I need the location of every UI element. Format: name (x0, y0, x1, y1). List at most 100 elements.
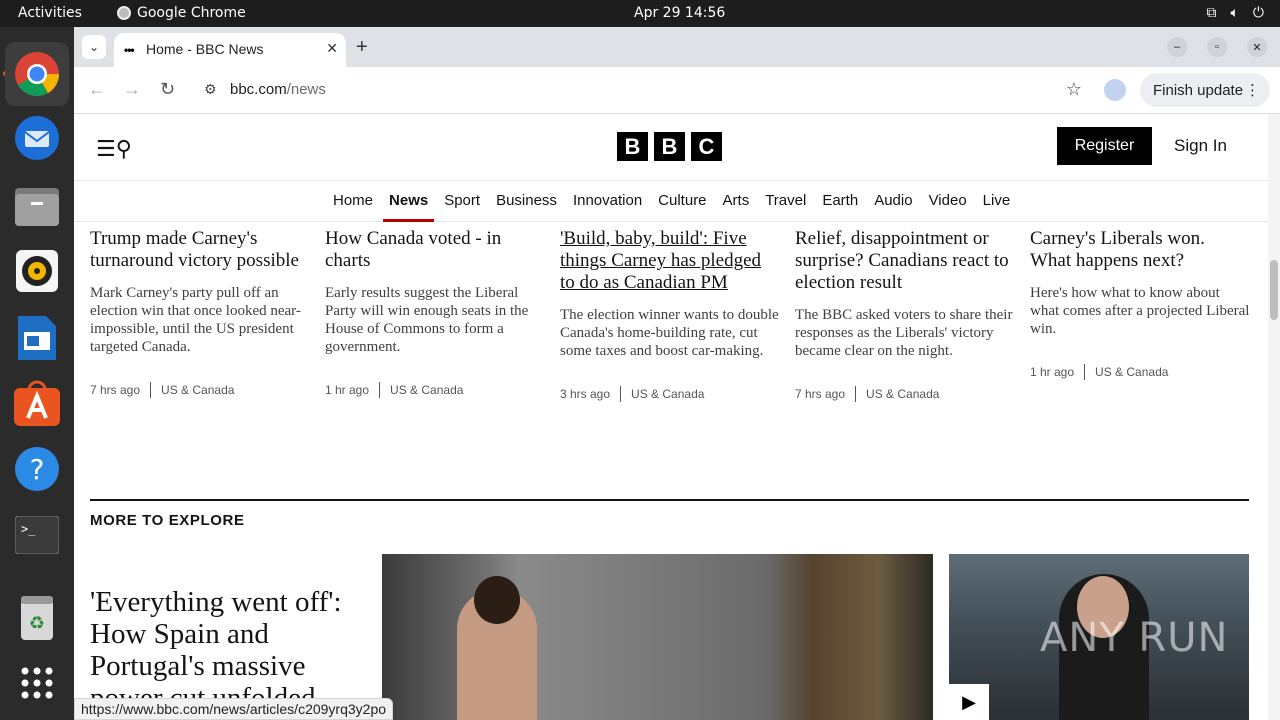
image-person-head (474, 576, 520, 624)
story-summary: The election winner wants to double Cana… (560, 307, 779, 359)
forward-icon[interactable]: → (123, 79, 141, 100)
app-name: Google Chrome (137, 5, 246, 21)
story-summary: Early results suggest the Liberal Party … (325, 285, 529, 355)
divider (150, 382, 152, 398)
story-meta: 3 hrs ago US & Canada (560, 386, 780, 402)
tab-title: Home - BBC News (146, 41, 264, 57)
watermark-text: ANY RUN (1040, 615, 1229, 661)
files-icon[interactable] (11, 180, 63, 232)
thunderbird-icon[interactable] (11, 112, 63, 164)
terminal-icon[interactable]: >_ (11, 509, 63, 561)
nav-sport[interactable]: Sport (444, 192, 480, 209)
trash-icon[interactable]: ♻ (11, 592, 63, 644)
tab-bbc-news[interactable]: ••• Home - BBC News ✕ (114, 33, 346, 67)
menu-search-icon[interactable]: ☰⚲ (96, 136, 132, 162)
story-time: 3 hrs ago (560, 387, 611, 401)
rhythmbox-icon[interactable] (11, 245, 63, 297)
help-icon[interactable]: ? (11, 443, 63, 495)
activities-button[interactable]: Activities (18, 5, 82, 21)
network-icon: ⧉ (1206, 5, 1217, 21)
power-icon: ⏻ (1252, 5, 1264, 21)
maximize-button[interactable]: ▫ (1207, 37, 1227, 57)
story-time: 7 hrs ago (795, 387, 846, 401)
story-time: 1 hr ago (325, 383, 370, 397)
story-headline[interactable]: 'Build, baby, build': Five things Carney… (560, 228, 780, 294)
clock[interactable]: Apr 29 14:56 (634, 5, 725, 21)
story-headline[interactable]: How Canada voted - in charts (325, 228, 545, 272)
svg-text:?: ? (30, 453, 45, 486)
nav-earth[interactable]: Earth (822, 192, 858, 209)
chrome-icon[interactable] (5, 42, 69, 106)
story-time: 7 hrs ago (90, 383, 141, 397)
nav-live[interactable]: Live (983, 192, 1011, 209)
story-card[interactable]: Relief, disappointment or surprise? Cana… (795, 228, 1015, 402)
nav-audio[interactable]: Audio (874, 192, 912, 209)
divider (855, 386, 857, 402)
nav-news[interactable]: News (382, 192, 435, 222)
story-card[interactable]: Carney's Liberals won. What happens next… (1030, 228, 1250, 380)
nav-video[interactable]: Video (929, 192, 967, 209)
feature-image[interactable] (382, 554, 933, 720)
story-meta: 7 hrs ago US & Canada (795, 386, 1015, 402)
story-section[interactable]: US & Canada (1095, 365, 1168, 379)
tab-search-button[interactable]: ⌄ (82, 35, 106, 59)
apps-grid-icon[interactable] (11, 657, 63, 709)
bbc-favicon: ••• (124, 43, 135, 57)
address-bar[interactable]: ⚙ bbc.com/news ☆ (192, 74, 1082, 106)
story-section[interactable]: US & Canada (631, 387, 704, 401)
app-menu[interactable]: Google Chrome (117, 5, 246, 21)
sign-in-link[interactable]: Sign In (1174, 136, 1227, 156)
svg-text:♻: ♻ (29, 613, 45, 634)
story-section[interactable]: US & Canada (390, 383, 463, 397)
page-scrollbar[interactable] (1268, 114, 1280, 720)
story-card[interactable]: Trump made Carney's turnaround victory p… (90, 228, 310, 398)
logo-letter: C (691, 132, 722, 161)
url-text[interactable]: bbc.com/news (230, 81, 326, 98)
minimize-button[interactable]: – (1167, 37, 1187, 57)
story-meta: 7 hrs ago US & Canada (90, 382, 310, 398)
system-tray[interactable]: ⧉ 🔈︎ ⏻ (1207, 5, 1264, 21)
story-headline[interactable]: Relief, disappointment or surprise? Cana… (795, 228, 1015, 294)
url-path: /news (286, 81, 326, 98)
writer-icon[interactable] (11, 312, 63, 364)
close-tab-icon[interactable]: ✕ (326, 40, 338, 57)
more-menu-icon[interactable]: ⋮ (1245, 81, 1260, 99)
story-headline[interactable]: Trump made Carney's turnaround victory p… (90, 228, 310, 272)
story-card[interactable]: 'Build, baby, build': Five things Carney… (560, 228, 780, 402)
bookmark-star-icon[interactable]: ☆ (1066, 79, 1082, 100)
bbc-logo[interactable]: B B C (617, 132, 722, 161)
logo-letter: B (617, 132, 648, 161)
os-top-bar: Activities Google Chrome Apr 29 14:56 ⧉ … (0, 0, 1280, 27)
nav-home[interactable]: Home (333, 192, 373, 209)
story-headline[interactable]: Carney's Liberals won. What happens next… (1030, 228, 1250, 272)
logo-letter: B (654, 132, 685, 161)
register-button[interactable]: Register (1057, 127, 1152, 165)
profile-avatar[interactable] (1104, 79, 1126, 101)
browser-toolbar: ← → ↻ ⚙ bbc.com/news ☆ Finish update ⋮ (74, 67, 1280, 114)
chevron-down-icon: ⌄ (88, 40, 100, 54)
site-info-icon[interactable]: ⚙ (204, 81, 217, 98)
back-icon[interactable]: ← (88, 79, 106, 100)
section-divider (90, 499, 1249, 501)
story-section[interactable]: US & Canada (161, 383, 234, 397)
story-summary: Here's how what to know about what comes… (1030, 285, 1250, 337)
close-window-button[interactable]: ✕ (1247, 37, 1267, 57)
nav-business[interactable]: Business (496, 192, 557, 209)
nav-arts[interactable]: Arts (723, 192, 750, 209)
link-status-bar: https://www.bbc.com/news/articles/c209yr… (74, 698, 394, 720)
play-icon[interactable]: ▶ (949, 684, 989, 720)
nav-innovation[interactable]: Innovation (573, 192, 642, 209)
nav-travel[interactable]: Travel (765, 192, 806, 209)
new-tab-button[interactable]: + (356, 36, 368, 59)
finish-update-button[interactable]: Finish update ⋮ (1140, 73, 1270, 107)
scroll-thumb[interactable] (1270, 260, 1278, 320)
nav-culture[interactable]: Culture (658, 192, 706, 209)
app-center-icon[interactable] (11, 377, 63, 429)
story-section[interactable]: US & Canada (866, 387, 939, 401)
story-card[interactable]: How Canada voted - in charts Early resul… (325, 228, 545, 398)
svg-text:>_: >_ (21, 522, 36, 536)
reload-icon[interactable]: ↻ (160, 79, 175, 100)
feature-headline[interactable]: 'Everything went off': How Spain and Por… (90, 586, 370, 714)
finish-update-label: Finish update (1153, 81, 1244, 99)
bbc-nav: Home News Sport Business Innovation Cult… (74, 181, 1268, 222)
